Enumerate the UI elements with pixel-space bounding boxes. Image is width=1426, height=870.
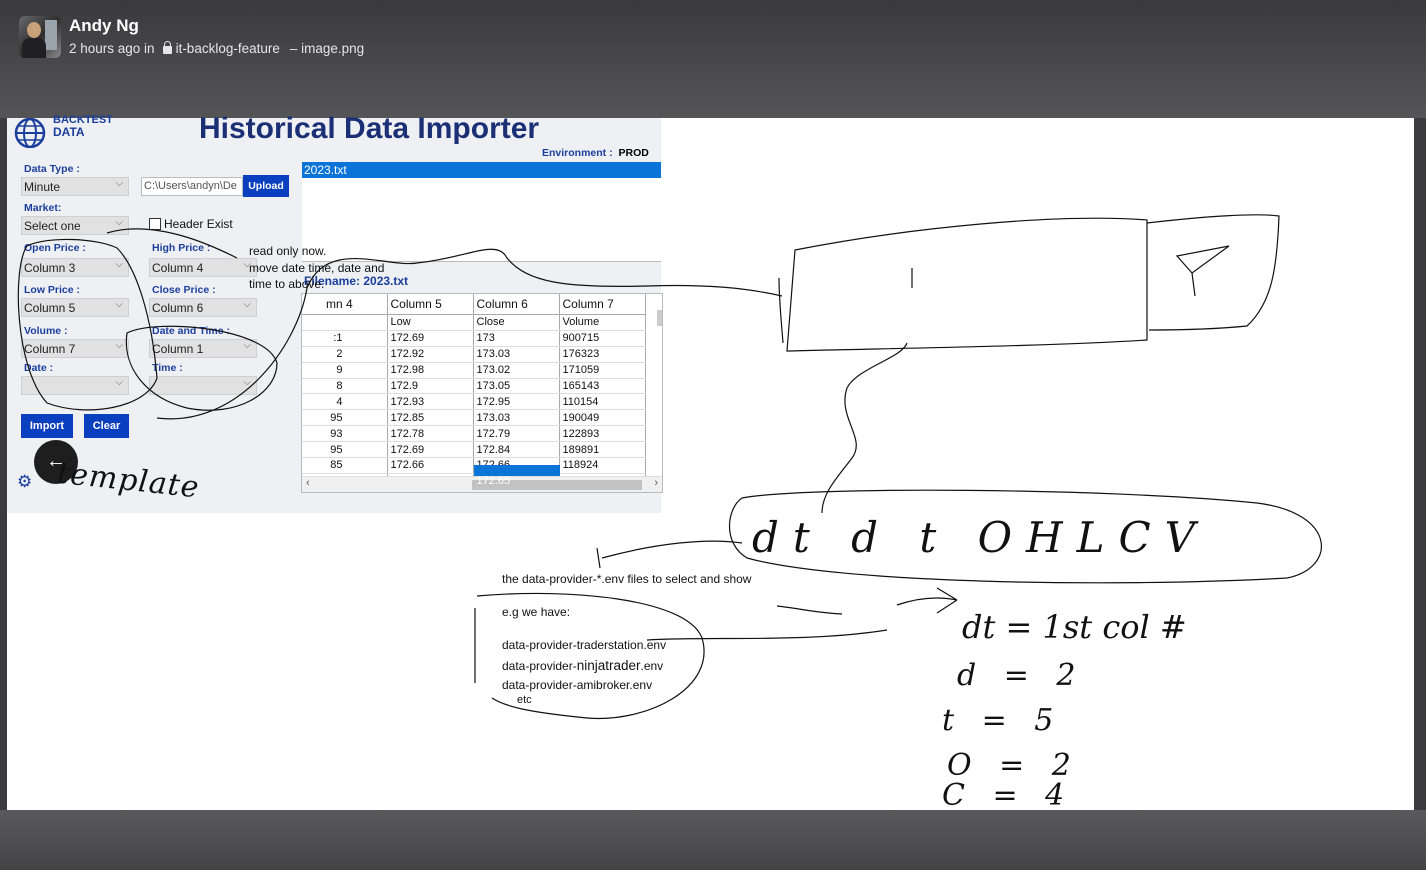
post-time: 2 hours ago in <box>69 41 155 56</box>
post-meta: 2 hours ago in it-backlog-feature – imag… <box>69 40 365 56</box>
table-cell[interactable]: 172.65 <box>473 473 560 490</box>
viewer-header: Andy Ng 2 hours ago in it-backlog-featur… <box>0 0 1426 118</box>
viewer-footer <box>0 810 1426 870</box>
author-name[interactable]: Andy Ng <box>69 16 139 36</box>
channel-link[interactable]: it-backlog-feature <box>176 41 280 56</box>
avatar[interactable] <box>19 16 61 58</box>
file-name: – image.png <box>289 41 365 56</box>
lock-icon <box>162 40 172 54</box>
image-canvas: BACKTEST DATA Historical Data Importer E… <box>7 112 1414 810</box>
hand-drawn-annotations <box>17 214 1322 720</box>
